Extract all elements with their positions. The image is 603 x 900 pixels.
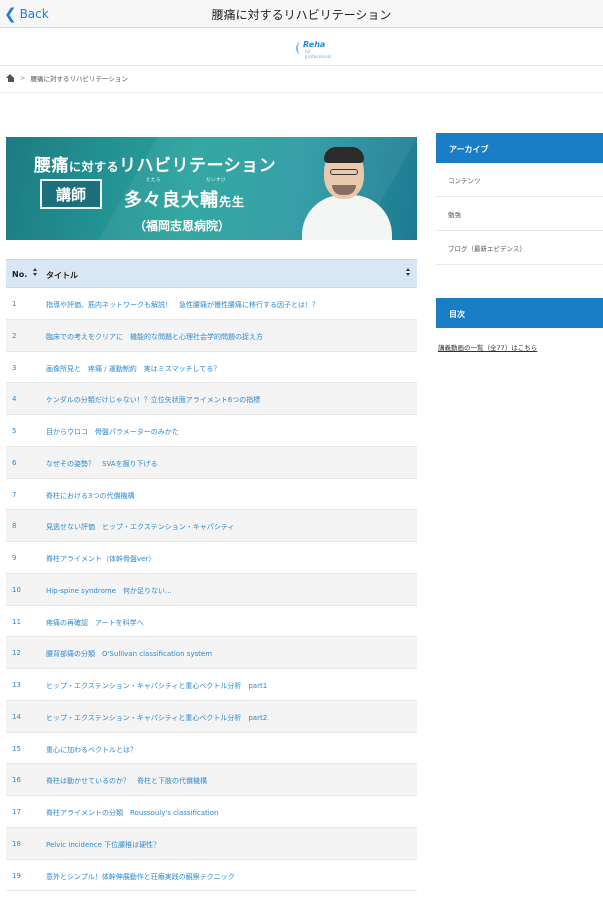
breadcrumb-separator-icon: >	[20, 74, 26, 82]
archive-item-blog[interactable]: ブログ（最新エビデンス）	[436, 231, 603, 265]
lecture-table: No. タイトル 1 指導や評価、筋内ネットワークも解説！ 急性腰痛が慢性腰痛に移…	[6, 259, 417, 892]
row-title-link[interactable]: 脊柱アライメント（体幹骨盤ver）	[46, 554, 155, 564]
page-title: 腰痛に対するリハビリテーション	[211, 8, 392, 22]
logo-sub: for professional	[305, 49, 332, 59]
row-title-link[interactable]: ケンダルの分類だけじゃない！？立位矢状面アライメント6つの指標	[46, 395, 260, 405]
table-row[interactable]: 1 指導や評価、筋内ネットワークも解説！ 急性腰痛が慢性腰痛に移行する因子とは！？	[6, 288, 417, 320]
toc-link[interactable]: 講義動画の一覧（全77）はこちら	[436, 328, 603, 352]
table-row[interactable]: 7 脊柱における3つの代償機構	[6, 479, 417, 511]
table-row[interactable]: 6 なぜその姿勢？ SVAを掘り下げる	[6, 446, 417, 479]
table-row[interactable]: 2 臨床での考えをクリアに 機能的な問題と心理社会学的問題の捉え方	[6, 319, 417, 352]
table-row[interactable]: 17 脊柱アライメントの分類 Roussouly's classification	[6, 796, 417, 828]
sidebar-toc: 目次 講義動画の一覧（全77）はこちら	[436, 298, 603, 352]
row-number: 7	[12, 490, 17, 499]
row-title-link[interactable]: ヒップ・エクステンション・キャパシティと重心ベクトル分析 part1	[46, 681, 267, 691]
row-number: 13	[12, 681, 21, 689]
row-title-link[interactable]: 脊柱アライメントの分類 Roussouly's classification	[46, 808, 218, 818]
row-number: 18	[12, 839, 21, 848]
table-row[interactable]: 8 見逃せない評価 ヒップ・エクステンション・キャパシティ	[6, 510, 417, 542]
lecture-banner: 腰痛に対するリハビリテーション 講師 たたら だいすけ 多々良大輔先生 （福岡志…	[6, 137, 417, 240]
row-number: 9	[12, 554, 17, 562]
row-title-link[interactable]: 目からウロコ 骨盤パラメーターのみかた	[46, 427, 179, 437]
toc-heading: 目次	[436, 298, 603, 328]
banner-lecturer-name: 多々良大輔先生	[124, 190, 246, 211]
row-number: 10	[12, 585, 21, 594]
logo-brand: Reha	[303, 40, 326, 49]
row-number: 12	[12, 649, 21, 658]
archive-item-study[interactable]: 勉強	[436, 197, 603, 231]
row-number: 2	[12, 331, 17, 340]
row-title-link[interactable]: 指導や評価、筋内ネットワークも解説！ 急性腰痛が慢性腰痛に移行する因子とは！？	[46, 300, 319, 310]
row-title-link[interactable]: 腰背部痛の分類 O'Sullivan classification system	[46, 649, 212, 659]
site-header: Reha for professional	[0, 29, 603, 66]
site-logo[interactable]: Reha for professional	[296, 39, 336, 59]
table-row[interactable]: 9 脊柱アライメント（体幹骨盤ver）	[6, 542, 417, 574]
row-title-link[interactable]: Hip-spine syndrome 何か足りない...	[46, 586, 172, 596]
row-number: 8	[12, 522, 17, 531]
row-number: 1	[12, 300, 17, 308]
banner-title: 腰痛に対するリハビリテーション	[34, 156, 277, 176]
row-title-link[interactable]: 意外とシンプル！体幹伸展動作と荘療実践の観察テクニック	[46, 872, 235, 882]
sort-icon[interactable]	[33, 267, 38, 279]
archive-heading: アーカイブ	[436, 133, 603, 163]
breadcrumb-current: 腰痛に対するリハビリテーション	[30, 75, 128, 83]
divider	[0, 92, 603, 93]
navigation-bar: ❮ Back 腰痛に対するリハビリテーション	[0, 0, 603, 28]
row-number: 4	[12, 395, 17, 404]
table-row[interactable]: 10 Hip-spine syndrome 何か足りない...	[6, 573, 417, 606]
table-row[interactable]: 13 ヒップ・エクステンション・キャパシティと重心ベクトル分析 part1	[6, 669, 417, 701]
table-row[interactable]: 19 意外とシンプル！体幹伸展動作と荘療実践の観察テクニック	[6, 860, 417, 892]
row-number: 17	[12, 808, 21, 816]
table-row[interactable]: 15 重心に加わるベクトルとは？	[6, 733, 417, 765]
row-title-link[interactable]: なぜその姿勢？ SVAを掘り下げる	[46, 459, 158, 469]
table-row[interactable]: 4 ケンダルの分類だけじゃない！？立位矢状面アライメント6つの指標	[6, 383, 417, 415]
home-icon[interactable]	[6, 74, 15, 82]
row-title-link[interactable]: 臨床での考えをクリアに 機能的な問題と心理社会学的問題の捉え方	[46, 332, 263, 342]
lecturer-portrait	[302, 145, 402, 240]
row-title-link[interactable]: 重心に加わるベクトルとは？	[46, 745, 137, 755]
row-title-link[interactable]: 見逃せない評価 ヒップ・エクステンション・キャパシティ	[46, 522, 234, 532]
banner-hospital: （福岡志恩病院）	[134, 219, 231, 233]
table-row[interactable]: 3 画像所見と 疼痛 / 運動制約 実はミスマッチしてる？	[6, 352, 417, 384]
banner-role: 講師	[40, 179, 102, 209]
row-title-link[interactable]: Pelvic incidence 下位腰椎は硬性？	[46, 840, 160, 850]
table-row[interactable]: 11 疼痛の再確認 アートを科学へ	[6, 606, 417, 638]
row-title-link[interactable]: ヒップ・エクステンション・キャパシティと重心ベクトル分析 part2	[46, 713, 267, 723]
row-title-link[interactable]: 脊柱は動かせているのか？ 脊柱と下肢の代償機構	[46, 776, 207, 786]
archive-item-contents[interactable]: コンテンツ	[436, 163, 603, 197]
table-row[interactable]: 14 ヒップ・エクステンション・キャパシティと重心ベクトル分析 part2	[6, 700, 417, 733]
row-title-link[interactable]: 画像所見と 疼痛 / 運動制約 実はミスマッチしてる？	[46, 364, 220, 374]
table-body: 1 指導や評価、筋内ネットワークも解説！ 急性腰痛が慢性腰痛に移行する因子とは！？…	[6, 288, 417, 892]
row-number: 6	[12, 458, 17, 467]
row-title-link[interactable]: 脊柱における3つの代償機構	[46, 491, 134, 501]
row-number: 5	[12, 427, 17, 435]
sidebar-archive: アーカイブ コンテンツ 勉強 ブログ（最新エビデンス）	[436, 133, 603, 265]
table-row[interactable]: 5 目からウロコ 骨盤パラメーターのみかた	[6, 415, 417, 447]
banner-ruby-given: だいすけ	[206, 178, 226, 183]
breadcrumb: > 腰痛に対するリハビリテーション	[6, 72, 128, 84]
row-number: 19	[12, 871, 21, 880]
column-header-title[interactable]: タイトル	[46, 270, 78, 281]
row-number: 11	[12, 617, 21, 626]
row-title-link[interactable]: 疼痛の再確認 アートを科学へ	[46, 618, 144, 628]
row-number: 14	[12, 712, 21, 721]
row-number: 15	[12, 744, 21, 753]
table-row[interactable]: 18 Pelvic incidence 下位腰椎は硬性？	[6, 827, 417, 860]
table-row[interactable]: 12 腰背部痛の分類 O'Sullivan classification syst…	[6, 637, 417, 669]
table-header: No. タイトル	[6, 259, 417, 288]
sort-icon[interactable]	[406, 267, 411, 279]
table-row[interactable]: 16 脊柱は動かせているのか？ 脊柱と下肢の代償機構	[6, 764, 417, 796]
row-number: 16	[12, 776, 21, 785]
row-number: 3	[12, 363, 17, 372]
column-header-no[interactable]: No.	[12, 270, 27, 279]
banner-ruby-family: たたら	[146, 178, 161, 183]
